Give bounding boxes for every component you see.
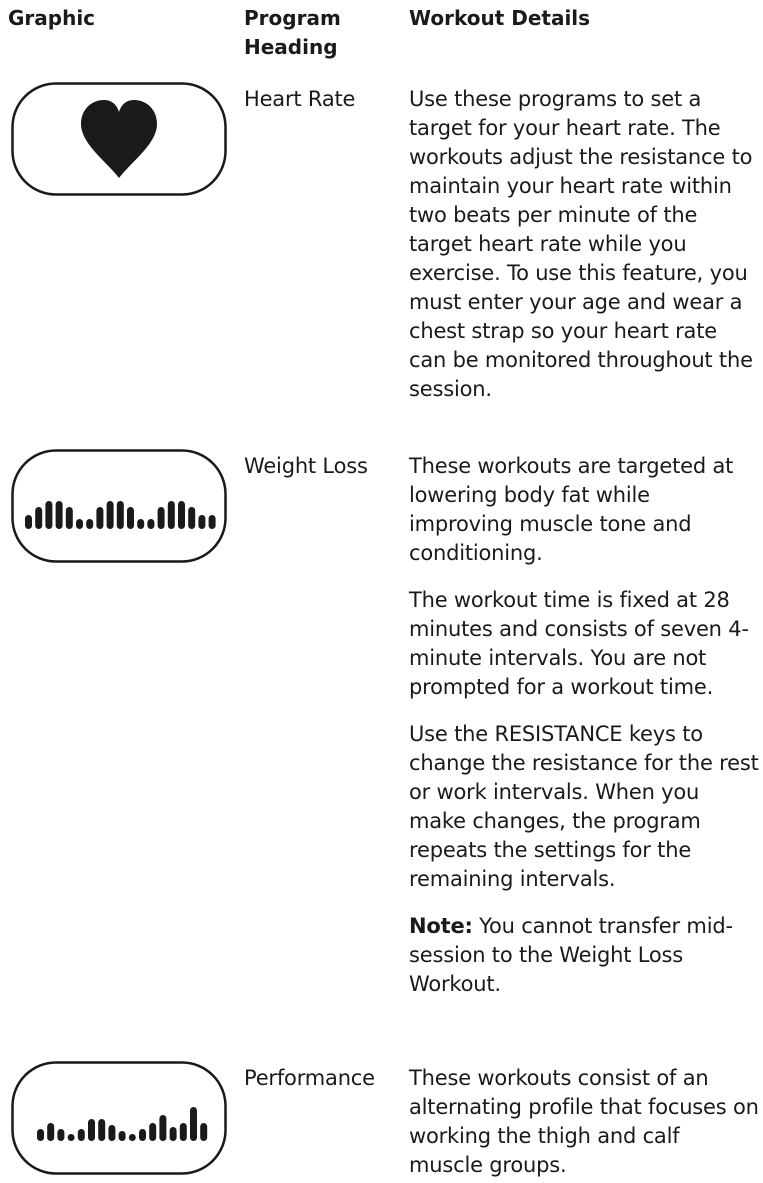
details-performance: These workouts consist of an alternating… — [409, 1064, 759, 1180]
profile-bar — [37, 1129, 44, 1141]
program-heading-column-header: Program Heading — [244, 6, 341, 59]
profile-bar — [159, 1115, 167, 1141]
profile-bar — [118, 1131, 126, 1141]
details-paragraph: These workouts are targeted at lowering … — [409, 454, 734, 565]
profile-bar — [139, 1129, 146, 1141]
program-heading-performance: Performance — [244, 1066, 375, 1090]
profile-bar — [208, 515, 216, 529]
weight-loss-profile-icon — [11, 449, 227, 563]
performance-graphic — [11, 1061, 227, 1175]
profile-bar — [108, 1125, 116, 1141]
profile-bar — [167, 501, 175, 529]
details-paragraph: These workouts consist of an alternating… — [409, 1066, 759, 1177]
profile-bar — [147, 519, 155, 529]
profile-bar — [128, 1134, 136, 1141]
profile-bar — [57, 1129, 65, 1141]
note-label: Note: — [409, 914, 473, 938]
profile-bar — [96, 507, 104, 529]
profile-bar — [178, 501, 185, 529]
profile-bar — [190, 1107, 197, 1141]
profile-bar — [98, 1119, 106, 1141]
details-heart-rate: Use these programs to set a target for y… — [409, 85, 759, 404]
profile-bar — [188, 507, 196, 529]
details-paragraph: Use the RESISTANCE keys to change the re… — [409, 722, 759, 891]
details-weight-loss: These workouts are targeted at lowering … — [409, 452, 759, 999]
performance-profile-icon — [11, 1061, 227, 1175]
profile-bar — [65, 507, 73, 529]
profile-bar — [47, 1123, 55, 1141]
details-paragraph: The workout time is fixed at 28 minutes … — [409, 588, 749, 699]
profile-bar — [200, 1123, 208, 1141]
profile-bar — [106, 501, 114, 529]
profile-bar — [116, 501, 124, 529]
heart-icon — [11, 82, 227, 196]
profile-bar — [55, 501, 63, 529]
heart-rate-graphic — [11, 82, 227, 196]
profile-bar — [169, 1127, 177, 1141]
profile-bar — [157, 507, 165, 529]
profile-bar — [88, 1119, 95, 1141]
profile-bar — [149, 1123, 157, 1141]
profile-bar — [86, 519, 94, 529]
profile-bar — [76, 519, 83, 529]
profile-bar — [25, 515, 32, 529]
profile-bar — [137, 519, 145, 529]
details-paragraph: Use these programs to set a target for y… — [409, 87, 753, 401]
profile-bar — [179, 1123, 187, 1141]
program-heading-weight-loss: Weight Loss — [244, 454, 368, 478]
profile-bar — [77, 1129, 85, 1141]
graphic-column-header: Graphic — [8, 6, 96, 30]
profile-bar — [67, 1134, 75, 1141]
profile-bar — [127, 507, 134, 529]
profile-bar — [35, 507, 43, 529]
weight-loss-graphic — [11, 449, 227, 563]
note-paragraph: Note: You cannot transfer mid-session to… — [409, 912, 759, 999]
profile-bar — [45, 501, 53, 529]
profile-bar — [198, 515, 206, 529]
program-heading-heart-rate: Heart Rate — [244, 87, 356, 111]
workout-details-column-header: Workout Details — [409, 6, 591, 30]
